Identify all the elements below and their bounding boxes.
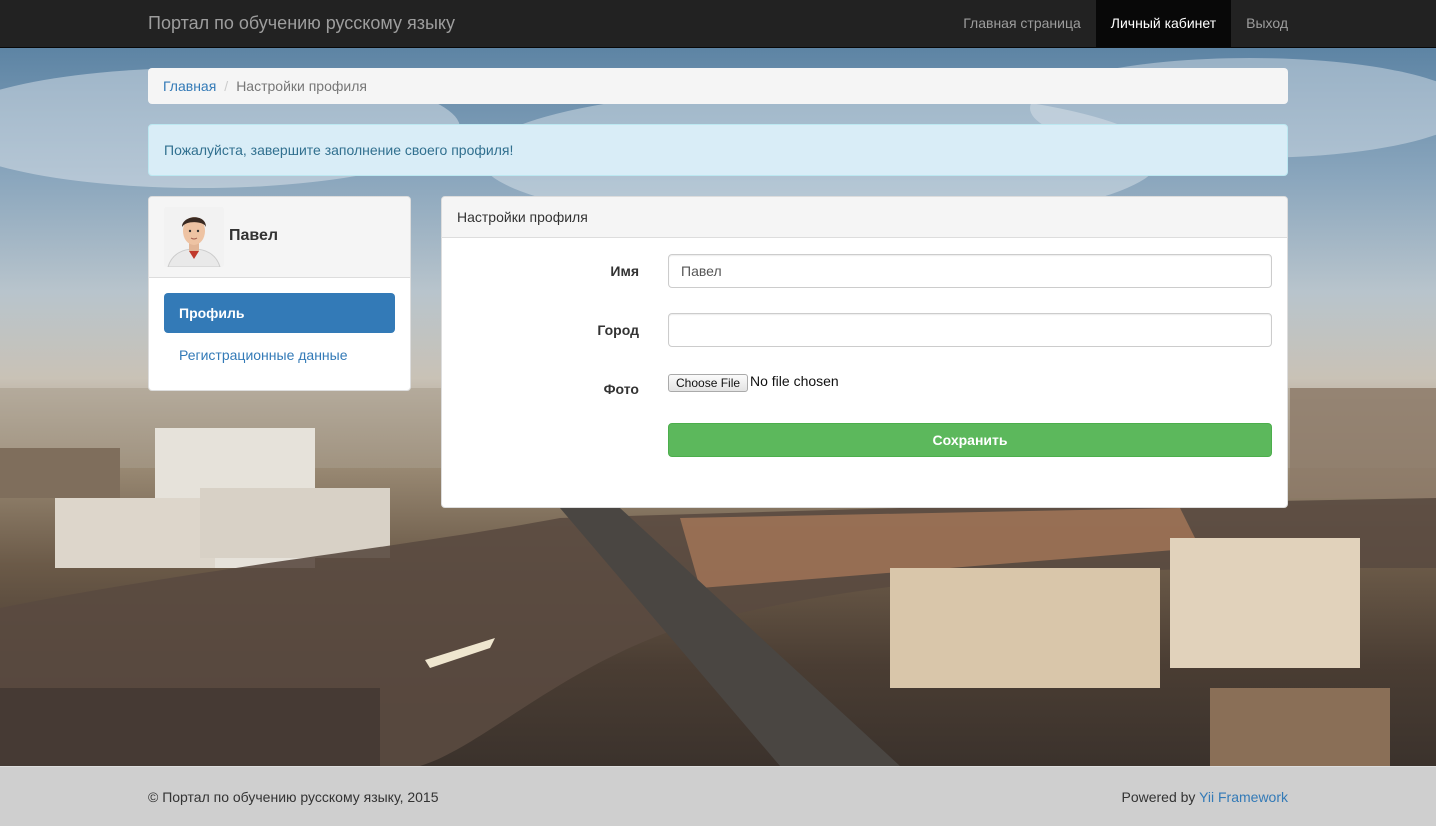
name-field[interactable]: Павел [668,254,1272,288]
sidebar-user-name: Павел [229,227,279,244]
photo-label: Фото [603,381,639,397]
city-field[interactable] [668,313,1272,347]
file-status: No file chosen [750,373,839,389]
name-label: Имя [610,263,639,279]
info-alert: Пожалуйста, завершите заполнение своего … [148,124,1288,176]
save-button[interactable]: Сохранить [668,423,1272,457]
sidebar-user-header: Павел [149,197,410,278]
panel-title: Настройки профиля [442,197,1287,238]
footer-powered-prefix: Powered by [1121,789,1196,805]
footer-powered: Powered by Yii Framework [1121,767,1288,827]
sidebar-menu: Профиль Регистрационные данные [149,278,410,390]
breadcrumb-home-link[interactable]: Главная [163,78,216,94]
avatar [164,207,224,267]
profile-settings-panel: Настройки профиля Имя Павел Город Фото C… [441,196,1288,508]
breadcrumb: Главная / Настройки профиля [148,68,1288,104]
navbar-menu: Главная страница Личный кабинет Выход [948,0,1288,48]
choose-file-button[interactable]: Choose File [668,374,749,392]
sidebar-item-registration[interactable]: Регистрационные данные [164,335,395,375]
nav-item-cabinet[interactable]: Личный кабинет [1095,0,1232,48]
breadcrumb-separator: / [224,78,229,94]
top-navbar: Портал по обучению русскому языку Главна… [0,0,1436,48]
city-label: Город [597,322,639,338]
footer: © Портал по обучению русскому языку, 201… [0,766,1436,826]
avatar-photo-icon [164,207,224,267]
breadcrumb-current: Настройки профиля [236,78,367,94]
footer-yii-link[interactable]: Yii Framework [1199,789,1288,805]
profile-sidebar: Павел Профиль Регистрационные данные [148,196,411,391]
sidebar-item-profile[interactable]: Профиль [164,293,395,333]
site-brand[interactable]: Портал по обучению русскому языку [148,0,455,46]
nav-item-logout[interactable]: Выход [1231,0,1288,48]
nav-item-home[interactable]: Главная страница [948,0,1096,48]
footer-copyright: © Портал по обучению русскому языку, 201… [148,789,439,805]
